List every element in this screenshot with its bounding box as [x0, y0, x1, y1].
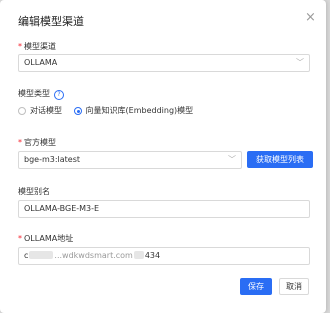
edit-channel-dialog: 编辑模型渠道 × * 模型渠道 OLLAMA ﹀ 模型类型? 对话模型 向量知识库… — [0, 0, 326, 313]
help-icon[interactable]: ? — [54, 90, 64, 100]
model-type-label-text: 模型类型 — [18, 89, 50, 98]
redacted-segment — [133, 251, 144, 259]
chevron-down-icon: ﹀ — [296, 58, 304, 67]
address-value-prefix: c — [24, 251, 29, 260]
save-button[interactable]: 保存 — [240, 278, 272, 295]
address-value-mid: ...wdkwdsmart.com — [54, 251, 133, 260]
official-model-label: * 官方模型 — [18, 137, 56, 148]
dialog-title: 编辑模型渠道 — [18, 15, 84, 28]
required-mark: * — [18, 234, 22, 243]
radio-chat-model[interactable] — [18, 106, 26, 115]
redacted-segment — [29, 251, 54, 259]
close-icon[interactable]: × — [305, 11, 316, 24]
required-mark: * — [18, 138, 22, 147]
address-input[interactable]: c ...wdkwdsmart.com 434 — [18, 247, 310, 265]
alias-input[interactable]: OLLAMA-BGE-M3-E — [18, 200, 310, 218]
official-model-label-text: 官方模型 — [24, 138, 56, 147]
radio-embedding-label[interactable]: 向量知识库(Embedding)模型 — [86, 106, 194, 115]
required-mark: * — [18, 42, 22, 51]
radio-embedding-model[interactable] — [73, 106, 82, 115]
alias-label: 模型别名 — [18, 187, 50, 196]
address-label: * OLLAMA地址 — [18, 233, 73, 244]
channel-label: * 模型渠道 — [18, 41, 56, 52]
official-model-select[interactable]: bge-m3:latest ﹀ — [18, 151, 242, 169]
channel-value: OLLAMA — [24, 58, 58, 67]
model-type-radio-group: 对话模型 向量知识库(Embedding)模型 — [18, 105, 202, 117]
model-type-label: 模型类型? — [18, 88, 64, 100]
address-label-text: OLLAMA地址 — [24, 234, 74, 243]
cancel-button[interactable]: 取消 — [279, 278, 309, 295]
alias-value: OLLAMA-BGE-M3-E — [24, 204, 100, 213]
address-value-suffix: 434 — [144, 251, 161, 260]
radio-chat-label[interactable]: 对话模型 — [30, 106, 62, 115]
chevron-down-icon: ﹀ — [228, 155, 236, 164]
fetch-model-list-button[interactable]: 获取模型列表 — [247, 151, 313, 168]
official-model-value: bge-m3:latest — [24, 155, 81, 164]
channel-select[interactable]: OLLAMA ﹀ — [18, 54, 310, 72]
channel-label-text: 模型渠道 — [24, 42, 56, 51]
